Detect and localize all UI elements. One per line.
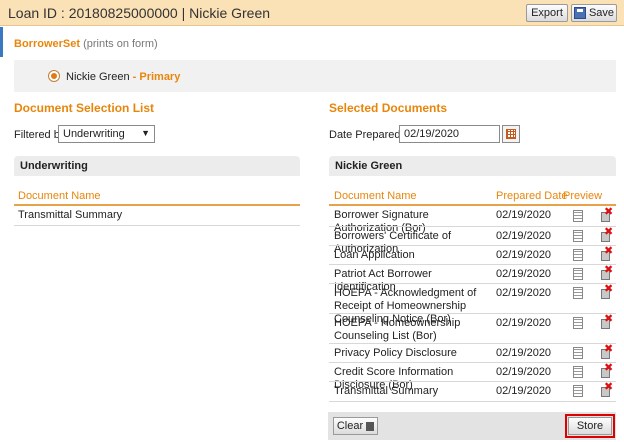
- delete-document-icon[interactable]: ✖: [600, 284, 613, 299]
- row-divider: [329, 381, 616, 382]
- delete-document-icon[interactable]: ✖: [600, 246, 613, 261]
- selected-document-date: 02/19/2020: [496, 230, 552, 242]
- document-selection-title: Document Selection List: [14, 101, 155, 115]
- selected-document-date: 02/19/2020: [496, 268, 552, 280]
- filter-dropdown-value: Underwriting: [63, 128, 125, 140]
- borrower-panel-header: Nickie Green: [329, 156, 616, 176]
- selected-document-name: HOEPA - Homeownership Counseling List (B…: [334, 317, 461, 342]
- borrower-radio-button[interactable]: [48, 70, 60, 82]
- preview-document-icon[interactable]: [573, 210, 583, 222]
- date-prepared-label: Date Prepared: [329, 129, 401, 141]
- calendar-button[interactable]: [502, 125, 520, 143]
- row-divider: [329, 283, 616, 284]
- selected-document-date: 02/19/2020: [496, 347, 552, 359]
- trash-icon: [366, 421, 375, 431]
- borrower-role: Primary: [139, 71, 181, 83]
- preview-document-icon[interactable]: [573, 385, 583, 397]
- delete-document-icon[interactable]: ✖: [600, 344, 613, 359]
- selected-document-date: 02/19/2020: [496, 366, 552, 378]
- selected-document-date: 02/19/2020: [496, 317, 552, 329]
- preview-document-icon[interactable]: [573, 287, 583, 299]
- row-divider: [329, 264, 616, 265]
- row-divider: [14, 225, 300, 226]
- filter-dropdown[interactable]: Underwriting ▼: [58, 125, 155, 143]
- selected-document-date: 02/19/2020: [496, 249, 552, 261]
- borrower-selection-box: Nickie Green - Primary: [14, 60, 616, 92]
- borrower-name: Nickie Green: [66, 71, 130, 83]
- selected-document-date: 02/19/2020: [496, 287, 552, 299]
- selected-document-date: 02/19/2020: [496, 385, 552, 397]
- borrowerset-title: BorrowerSet: [14, 38, 81, 50]
- preview-document-icon[interactable]: [573, 317, 583, 329]
- right-column-preview: Preview: [563, 190, 603, 202]
- export-button[interactable]: Export: [526, 4, 568, 22]
- floppy-disk-icon: [573, 7, 586, 19]
- left-header-underline: [14, 204, 300, 206]
- date-prepared-input[interactable]: 02/19/2020: [399, 125, 500, 143]
- clear-button[interactable]: Clear: [333, 417, 378, 435]
- page-title: Loan ID : 20180825000000 | Nickie Green: [8, 5, 271, 21]
- selected-document-name: Privacy Policy Disclosure: [334, 347, 457, 359]
- borrowerset-note: (prints on form): [83, 38, 158, 50]
- preview-document-icon[interactable]: [573, 249, 583, 261]
- preview-document-icon[interactable]: [573, 268, 583, 280]
- right-column-prepared-date: Prepared Date: [496, 190, 568, 202]
- left-column-document-name: Document Name: [18, 190, 101, 202]
- borrowerset-heading: BorrowerSet (prints on form): [14, 38, 158, 50]
- selected-document-name: Loan Application: [334, 249, 415, 261]
- save-button[interactable]: Save: [571, 4, 617, 22]
- preview-document-icon[interactable]: [573, 366, 583, 378]
- available-document-item[interactable]: Transmittal Summary: [18, 209, 122, 222]
- right-header-underline: [329, 204, 616, 206]
- header-bar: Loan ID : 20180825000000 | Nickie Green …: [0, 0, 624, 26]
- row-divider: [329, 343, 616, 344]
- row-divider: [329, 401, 616, 402]
- right-column-document-name: Document Name: [334, 190, 417, 202]
- selected-documents-title: Selected Documents: [329, 101, 448, 115]
- row-divider: [329, 362, 616, 363]
- delete-document-icon[interactable]: ✖: [600, 314, 613, 329]
- store-highlight: Store: [565, 414, 615, 438]
- delete-document-icon[interactable]: ✖: [600, 382, 613, 397]
- row-divider: [329, 313, 616, 314]
- row-divider: [329, 226, 616, 227]
- delete-document-icon[interactable]: ✖: [600, 363, 613, 378]
- clear-button-label: Clear: [336, 420, 364, 432]
- calendar-icon: [506, 129, 516, 139]
- chevron-down-icon: ▼: [141, 128, 150, 138]
- save-button-label: Save: [588, 7, 615, 19]
- delete-document-icon[interactable]: ✖: [600, 265, 613, 280]
- delete-document-icon[interactable]: ✖: [600, 227, 613, 242]
- side-tab-indicator: [0, 27, 3, 57]
- delete-document-icon[interactable]: ✖: [600, 207, 613, 222]
- borrower-separator: -: [129, 71, 140, 83]
- underwriting-panel-header: Underwriting: [14, 156, 300, 176]
- store-button[interactable]: Store: [568, 417, 612, 435]
- borrower-label[interactable]: Nickie Green - Primary: [66, 71, 180, 83]
- selected-document-date: 02/19/2020: [496, 209, 552, 221]
- preview-document-icon[interactable]: [573, 230, 583, 242]
- selected-document-name: Transmittal Summary: [334, 385, 439, 397]
- row-divider: [329, 245, 616, 246]
- preview-document-icon[interactable]: [573, 347, 583, 359]
